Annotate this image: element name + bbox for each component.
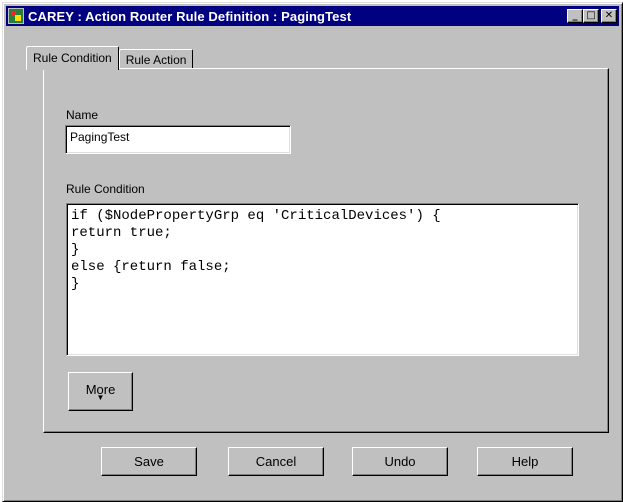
rule-condition-label: Rule Condition — [66, 182, 145, 196]
rule-condition-editor[interactable]: if ($NodePropertyGrp eq 'CriticalDevices… — [66, 203, 579, 356]
title-bar[interactable]: CAREY : Action Router Rule Definition : … — [6, 6, 619, 26]
maximize-button[interactable]: □ — [583, 9, 599, 23]
window-title: CAREY : Action Router Rule Definition : … — [28, 8, 352, 24]
chevron-down-icon: ▼ — [96, 393, 105, 402]
more-button[interactable]: More ▼ — [68, 372, 133, 411]
cancel-button[interactable]: Cancel — [228, 447, 324, 476]
tab-rule-condition[interactable]: Rule Condition — [26, 46, 119, 70]
app-icon[interactable] — [8, 8, 24, 24]
close-button[interactable]: ✕ — [601, 9, 617, 23]
name-field[interactable]: PagingTest — [65, 125, 291, 154]
undo-button[interactable]: Undo — [352, 447, 448, 476]
minimize-button[interactable]: _ — [567, 9, 583, 23]
tab-rule-action[interactable]: Rule Action — [118, 49, 194, 69]
name-label: Name — [66, 108, 99, 122]
help-button[interactable]: Help — [477, 447, 573, 476]
window-controls: _ □ ✕ — [567, 9, 617, 23]
tab-strip: Rule Condition Rule Action — [26, 45, 194, 70]
save-button[interactable]: Save — [101, 447, 197, 476]
